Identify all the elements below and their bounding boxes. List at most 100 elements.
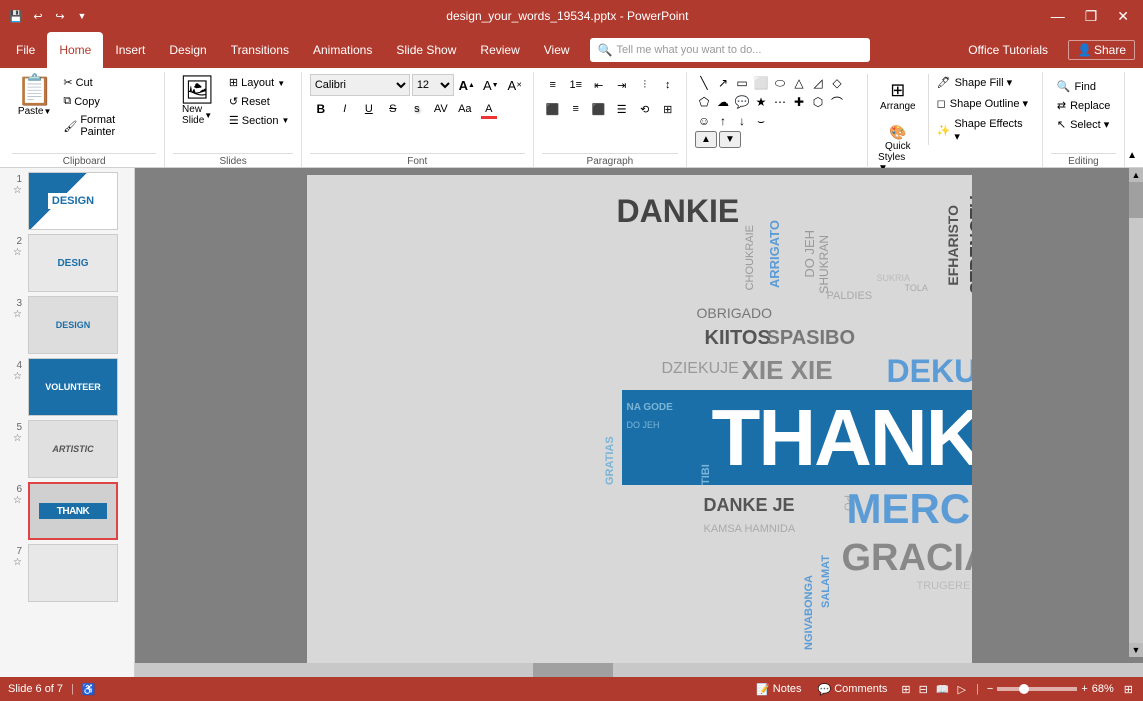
shape-star[interactable]: ★: [752, 93, 770, 111]
menu-animations[interactable]: Animations: [301, 32, 384, 68]
shape-diamond[interactable]: ◇: [828, 74, 846, 92]
undo-icon[interactable]: ↩: [30, 8, 46, 24]
shape-cube[interactable]: ⬡: [809, 93, 827, 111]
font-size-select[interactable]: 12: [412, 74, 454, 96]
slide-thumb-2[interactable]: 2 ☆ DESIG: [4, 234, 130, 292]
shape-more[interactable]: ☁: [714, 93, 732, 111]
shape-rect[interactable]: ▭: [733, 74, 751, 92]
fit-slide-button[interactable]: ⊞: [1122, 681, 1135, 698]
notes-button[interactable]: 📝 Notes: [752, 681, 805, 698]
shape-triangle[interactable]: △: [790, 74, 808, 92]
menu-slideshow[interactable]: Slide Show: [384, 32, 468, 68]
shape-smile[interactable]: ☺: [695, 112, 713, 130]
numbered-list-button[interactable]: 1≡: [565, 74, 587, 96]
align-left-button[interactable]: ⬛: [542, 98, 564, 120]
restore-button[interactable]: ❐: [1079, 6, 1104, 27]
shape-up-arrow[interactable]: ↑: [714, 112, 732, 130]
shape-curve[interactable]: ⌣: [752, 112, 770, 130]
find-button[interactable]: 🔍 Find: [1051, 78, 1102, 95]
slide-image-1[interactable]: DESIGN: [28, 172, 118, 230]
zoom-out-icon[interactable]: −: [987, 683, 993, 695]
menu-design[interactable]: Design: [157, 32, 218, 68]
replace-button[interactable]: ⇄ Replace: [1051, 97, 1117, 114]
shape-outline-button[interactable]: ◻ Shape Outline ▾: [933, 95, 1034, 112]
menu-transitions[interactable]: Transitions: [219, 32, 301, 68]
menu-view[interactable]: View: [532, 32, 582, 68]
select-button[interactable]: ↖ Select ▾: [1051, 116, 1115, 133]
font-family-select[interactable]: Calibri: [310, 74, 410, 96]
menu-home[interactable]: Home: [47, 32, 103, 68]
paste-button[interactable]: 📋 Paste▼: [12, 74, 57, 119]
shape-callout[interactable]: 💬: [733, 93, 751, 111]
slide-image-4[interactable]: VOLUNTEER: [28, 358, 118, 416]
shape-scroll[interactable]: ⌒: [828, 93, 846, 111]
slide-thumb-4[interactable]: 4 ☆ VOLUNTEER: [4, 358, 130, 416]
slide-image-7[interactable]: [28, 544, 118, 602]
arrange-button[interactable]: ⊞ Arrange: [872, 74, 924, 118]
vertical-scroll-thumb[interactable]: [1129, 178, 1143, 218]
slide-image-3[interactable]: DESIGN: [28, 296, 118, 354]
justify-button[interactable]: ☰: [611, 98, 633, 120]
slide-thumb-7[interactable]: 7 ☆: [4, 544, 130, 602]
shape-down-arrow[interactable]: ↓: [733, 112, 751, 130]
close-button[interactable]: ✕: [1111, 6, 1135, 27]
customize-icon[interactable]: ▼: [74, 8, 90, 24]
shape-rt-tri[interactable]: ◿: [809, 74, 827, 92]
menu-insert[interactable]: Insert: [103, 32, 157, 68]
slide-image-2[interactable]: DESIG: [28, 234, 118, 292]
reset-button[interactable]: ↺ Reset: [225, 93, 294, 110]
strikethrough-button[interactable]: S: [382, 98, 404, 120]
copy-button[interactable]: ⧉ Copy: [59, 93, 156, 110]
clear-format-button[interactable]: A✕: [504, 74, 526, 96]
shape-chevron[interactable]: ⋯: [771, 93, 789, 111]
decrease-font-button[interactable]: A▼: [480, 74, 502, 96]
share-button[interactable]: 👤 Share: [1068, 40, 1135, 60]
shape-cross[interactable]: ✚: [790, 93, 808, 111]
office-tutorials[interactable]: Office Tutorials: [956, 43, 1060, 57]
slide-thumb-6[interactable]: 6 ☆ THANK: [4, 482, 130, 540]
text-direction-button[interactable]: ⟲: [634, 98, 656, 120]
shadow-button[interactable]: s: [406, 98, 428, 120]
line-spacing-button[interactable]: ↕: [657, 74, 679, 96]
underline-button[interactable]: U: [358, 98, 380, 120]
slide-image-5[interactable]: ARTISTIC: [28, 420, 118, 478]
shape-oval[interactable]: ⬭: [771, 74, 789, 92]
zoom-in-icon[interactable]: +: [1081, 683, 1087, 695]
shape-line[interactable]: ╲: [695, 74, 713, 92]
spacing-button[interactable]: AV: [430, 98, 452, 120]
indent-decrease-button[interactable]: ⇤: [588, 74, 610, 96]
bullets-button[interactable]: ≡: [542, 74, 564, 96]
smart-art-button[interactable]: ⊞: [657, 98, 679, 120]
slide-image-6[interactable]: THANK: [28, 482, 118, 540]
slide-thumb-5[interactable]: 5 ☆ ARTISTIC: [4, 420, 130, 478]
shape-round-rect[interactable]: ⬜: [752, 74, 770, 92]
columns-button[interactable]: ⫶: [634, 74, 656, 96]
shapes-scroll-down[interactable]: ▼: [719, 131, 741, 148]
menu-file[interactable]: File: [4, 32, 47, 68]
indent-increase-button[interactable]: ⇥: [611, 74, 633, 96]
horizontal-scroll-thumb[interactable]: [533, 663, 613, 677]
font-color-button[interactable]: A: [478, 98, 500, 120]
new-slide-button[interactable]: 🖼 NewSlide▼: [173, 74, 221, 128]
save-icon[interactable]: 💾: [8, 8, 24, 24]
shape-fill-button[interactable]: 🖊 Shape Fill ▾: [933, 74, 1034, 91]
cut-button[interactable]: ✂ Cut: [59, 74, 156, 91]
slideshow-button[interactable]: ▷: [956, 681, 968, 698]
increase-font-button[interactable]: A▲: [456, 74, 478, 96]
align-center-button[interactable]: ≡: [565, 98, 587, 120]
format-painter-button[interactable]: 🖌 Format Painter: [59, 112, 156, 140]
zoom-slider[interactable]: [997, 687, 1077, 691]
redo-icon[interactable]: ↪: [52, 8, 68, 24]
align-right-button[interactable]: ⬛: [588, 98, 610, 120]
normal-view-button[interactable]: ⊞: [899, 681, 912, 698]
menu-review[interactable]: Review: [468, 32, 531, 68]
scroll-up-arrow[interactable]: ▲: [1129, 168, 1143, 182]
slide-thumb-3[interactable]: 3 ☆ DESIGN: [4, 296, 130, 354]
shape-arrow[interactable]: ↗: [714, 74, 732, 92]
shapes-scroll-up[interactable]: ▲: [695, 131, 717, 148]
vertical-scrollbar[interactable]: ▼ ▲: [1129, 168, 1143, 657]
comments-button[interactable]: 💬 Comments: [814, 681, 892, 698]
collapse-ribbon-button[interactable]: ▲: [1125, 148, 1139, 163]
layout-button[interactable]: ⊞ Layout ▼: [225, 74, 294, 91]
bold-button[interactable]: B: [310, 98, 332, 120]
